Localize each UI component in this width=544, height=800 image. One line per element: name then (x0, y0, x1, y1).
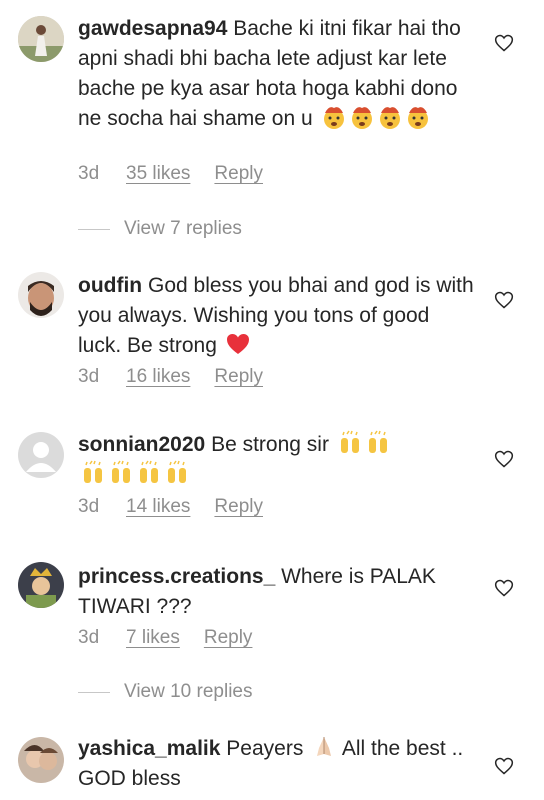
avatar[interactable] (18, 562, 64, 608)
like-heart-icon[interactable] (494, 290, 514, 310)
likes-count-link[interactable]: 35 likes (126, 163, 190, 185)
likes-count-link[interactable]: 16 likes (126, 366, 190, 388)
comment-text: Be strong sir (211, 433, 329, 456)
reply-button[interactable]: Reply (214, 163, 263, 185)
raised-hands-emoji (340, 430, 359, 453)
red-heart-emoji (226, 334, 249, 354)
avatar[interactable] (18, 272, 64, 318)
comment-username[interactable]: princess.creations_ (78, 565, 275, 588)
raised-hands-emoji (168, 460, 186, 483)
raised-hands-emoji (112, 460, 130, 483)
comment-text: Peayers (226, 737, 304, 760)
comment-emojis (319, 107, 431, 130)
reply-button[interactable]: Reply (214, 366, 263, 388)
raised-hands-emoji (368, 430, 387, 453)
comment-time: 3d (78, 366, 100, 387)
avatar[interactable] (18, 737, 64, 783)
likes-count-link[interactable]: 14 likes (126, 496, 190, 518)
raised-hands-emoji (84, 460, 102, 483)
reply-button[interactable]: Reply (214, 496, 263, 518)
replies-divider-line (78, 691, 110, 693)
view-replies-label[interactable]: View 10 replies (124, 681, 253, 703)
comment-body: princess.creations_ Where is PALAK TIWAR… (78, 562, 478, 622)
avatar[interactable] (18, 432, 64, 478)
reply-button[interactable]: Reply (204, 627, 253, 649)
comment-meta: 3d 7 likes Reply (78, 627, 252, 649)
comment-username[interactable]: sonnian2020 (78, 433, 205, 456)
view-replies-label[interactable]: View 7 replies (124, 218, 242, 240)
exploding-head-emoji (407, 107, 428, 129)
likes-count-link[interactable]: 7 likes (126, 627, 180, 649)
comment-time: 3d (78, 163, 100, 184)
replies-divider-line (78, 228, 110, 230)
comment-meta: 3d 14 likes Reply (78, 496, 263, 518)
comment-time: 3d (78, 627, 100, 648)
comment-username[interactable]: oudfin (78, 274, 142, 297)
exploding-head-emoji (379, 107, 400, 129)
view-replies-button[interactable]: View 10 replies (78, 681, 253, 703)
comment-username[interactable]: gawdesapna94 (78, 17, 227, 40)
comment-body: gawdesapna94 Bache ki itni fikar hai tho… (78, 14, 478, 134)
like-heart-icon[interactable] (494, 33, 514, 53)
folded-hands-emoji (317, 737, 332, 756)
comment-username[interactable]: yashica_malik (78, 737, 220, 760)
like-heart-icon[interactable] (494, 756, 514, 776)
view-replies-button[interactable]: View 7 replies (78, 218, 242, 240)
avatar[interactable] (18, 16, 64, 62)
comment-body: oudfin God bless you bhai and god is wit… (78, 271, 478, 361)
comment-body: yashica_malik Peayers All the best .. GO… (78, 734, 478, 794)
comment-body: sonnian2020 Be strong sir (78, 430, 478, 490)
like-heart-icon[interactable] (494, 449, 514, 469)
exploding-head-emoji (323, 107, 344, 129)
comment-meta: 3d 35 likes Reply (78, 163, 263, 185)
like-heart-icon[interactable] (494, 578, 514, 598)
raised-hands-emoji (140, 460, 158, 483)
comment-meta: 3d 16 likes Reply (78, 366, 263, 388)
comment-time: 3d (78, 496, 100, 517)
exploding-head-emoji (351, 107, 372, 129)
